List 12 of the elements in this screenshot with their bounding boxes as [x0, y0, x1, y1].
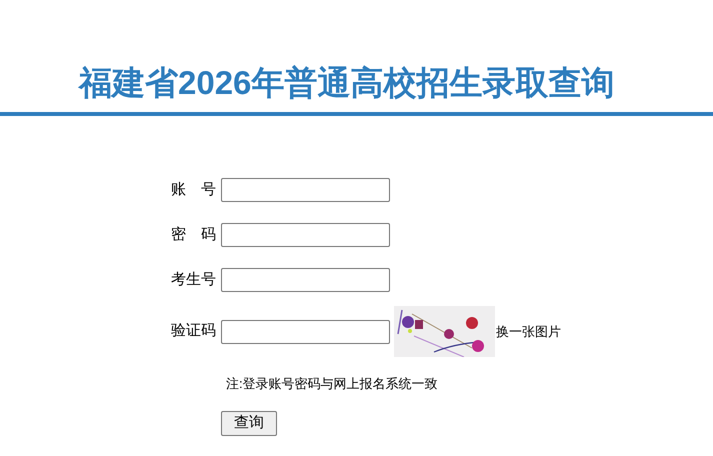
- field-label: 密 码: [170, 224, 217, 245]
- refresh-captcha-link[interactable]: 换一张图片: [496, 322, 561, 342]
- captcha-field[interactable]: [221, 320, 390, 344]
- input-field[interactable]: [221, 178, 390, 202]
- field-label: 考生号: [170, 270, 217, 290]
- page-title: 福建省2026年普通高校招生录取查询: [79, 63, 616, 103]
- password-field[interactable]: [221, 223, 390, 247]
- field-label: 验证码: [170, 321, 217, 342]
- field-label: 账 号: [170, 180, 217, 200]
- input-field[interactable]: [221, 268, 390, 292]
- search-button[interactable]: 查询: [221, 411, 277, 436]
- login-note: 注:登录账号密码与网上报名系统一致: [226, 375, 439, 393]
